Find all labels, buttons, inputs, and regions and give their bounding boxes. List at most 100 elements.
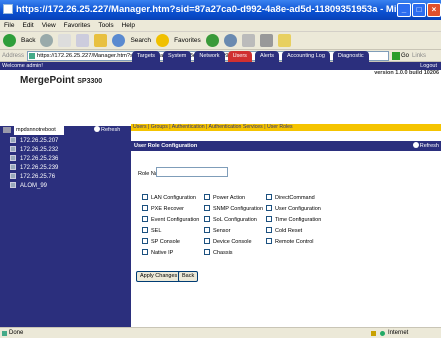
tree-item-label: 172.26.25.232 xyxy=(20,147,59,153)
perm-lan-configuration[interactable]: LAN Configuration xyxy=(142,194,196,202)
appliance-name[interactable]: mpdsnnotreboot xyxy=(14,126,64,135)
menu-file[interactable]: File xyxy=(4,22,14,29)
stop-icon[interactable] xyxy=(58,34,72,47)
tree-refresh-button[interactable]: Refresh xyxy=(94,126,120,135)
tab-users[interactable]: Users xyxy=(227,51,252,62)
users-subnav[interactable]: Users | Groups | Authentication | Authen… xyxy=(131,124,441,131)
tab-targets[interactable]: Targets xyxy=(132,51,161,62)
perm-pxe-recover[interactable]: PXE Recover xyxy=(142,205,184,213)
perm-sensor[interactable]: Sensor xyxy=(204,227,230,235)
go-label: Go xyxy=(401,52,410,59)
perm-time-configuration[interactable]: Time Configuration xyxy=(266,216,321,224)
print-icon[interactable] xyxy=(259,34,273,47)
menu-tools[interactable]: Tools xyxy=(98,22,113,29)
server-icon xyxy=(10,182,16,188)
go-arrow-icon xyxy=(392,51,401,60)
checkbox[interactable] xyxy=(142,194,148,200)
menu-bar: File Edit View Favorites Tools Help xyxy=(0,20,441,32)
perm-chassis[interactable]: Chassis xyxy=(204,249,233,257)
perm-label: Device Console xyxy=(213,239,252,245)
tree-item[interactable]: 172.26.25.236 xyxy=(10,155,58,163)
checkbox[interactable] xyxy=(266,238,272,244)
back-label[interactable]: Back xyxy=(21,37,35,44)
maximize-button[interactable]: □ xyxy=(412,3,426,17)
perm-native-ip[interactable]: Native IP xyxy=(142,249,173,257)
folder-icon[interactable] xyxy=(277,34,291,47)
apply-changes-button[interactable]: Apply Changes xyxy=(136,271,182,282)
perm-cold-reset[interactable]: Cold Reset xyxy=(266,227,302,235)
menu-favorites[interactable]: Favorites xyxy=(64,22,91,29)
minimize-button[interactable]: _ xyxy=(397,3,411,17)
checkbox[interactable] xyxy=(266,227,272,233)
menu-help[interactable]: Help xyxy=(122,22,135,29)
media-icon[interactable] xyxy=(205,34,219,47)
server-icon xyxy=(10,155,16,161)
perm-event-configuration[interactable]: Event Configuration xyxy=(142,216,199,224)
tree-item[interactable]: 172.26.25.232 xyxy=(10,146,58,154)
brand-model: SP3300 xyxy=(77,78,103,85)
checkbox[interactable] xyxy=(142,216,148,222)
tree-item-label: 172.26.25.76 xyxy=(20,174,56,180)
checkbox[interactable] xyxy=(266,216,272,222)
back-button[interactable]: Back xyxy=(178,271,199,282)
perm-power-action[interactable]: Power Action xyxy=(204,194,245,202)
go-button[interactable]: Go xyxy=(392,51,410,60)
checkbox[interactable] xyxy=(204,194,210,200)
menu-view[interactable]: View xyxy=(42,22,56,29)
perm-label: SEL xyxy=(151,228,162,234)
history-icon[interactable] xyxy=(223,34,237,47)
tree-item[interactable]: ALOM_99 xyxy=(10,182,47,190)
menu-edit[interactable]: Edit xyxy=(22,22,33,29)
checkbox[interactable] xyxy=(204,238,210,244)
checkbox[interactable] xyxy=(266,194,272,200)
tab-network[interactable]: Network xyxy=(194,51,225,62)
tree-item[interactable]: 172.26.25.239 xyxy=(10,164,58,172)
perm-label: DirectCommand xyxy=(275,195,315,201)
perm-user-configuration[interactable]: User Configuration xyxy=(266,205,321,213)
favorites-star-icon[interactable] xyxy=(156,34,170,47)
links-button[interactable]: Links xyxy=(412,53,426,59)
checkbox[interactable] xyxy=(142,249,148,255)
panel-refresh-button[interactable]: Refresh xyxy=(412,141,439,151)
home-icon[interactable] xyxy=(94,34,108,47)
perm-label: Cold Reset xyxy=(275,228,303,234)
tab-alerts[interactable]: Alerts xyxy=(254,51,279,62)
tab-system[interactable]: System xyxy=(163,51,192,62)
panel-header: User Role Configuration Refresh xyxy=(131,141,441,151)
version-text: version 1.0.0 build 10206 xyxy=(374,70,439,76)
close-button[interactable]: × xyxy=(427,3,441,17)
perm-sp-console[interactable]: SP Console xyxy=(142,238,180,246)
perm-directcommand[interactable]: DirectCommand xyxy=(266,194,315,202)
role-name-input[interactable] xyxy=(156,167,228,177)
tab-diagnostic[interactable]: Diagnostic xyxy=(332,51,369,62)
checkbox[interactable] xyxy=(204,227,210,233)
checkbox[interactable] xyxy=(204,249,210,255)
perm-device-console[interactable]: Device Console xyxy=(204,238,252,246)
perm-sol-configuration[interactable]: SoL Configuration xyxy=(204,216,257,224)
tab-accounting-log[interactable]: Accounting Log xyxy=(282,51,330,62)
mail-icon[interactable] xyxy=(241,34,255,47)
forward-arrow-icon[interactable] xyxy=(40,34,54,47)
checkbox[interactable] xyxy=(204,216,210,222)
perm-label: Native IP xyxy=(151,250,174,256)
tree-item-label: 172.26.25.207 xyxy=(20,138,59,144)
perm-remote-control[interactable]: Remote Control xyxy=(266,238,314,246)
checkbox[interactable] xyxy=(142,227,148,233)
checkbox[interactable] xyxy=(142,205,148,211)
search-label[interactable]: Search xyxy=(130,37,151,44)
tree-item[interactable]: 172.26.25.76 xyxy=(10,173,55,181)
tree-item[interactable]: 172.26.25.207 xyxy=(10,137,58,145)
checkbox[interactable] xyxy=(266,205,272,211)
perm-snmp-configuration[interactable]: SNMP Configuration xyxy=(204,205,263,213)
checkbox[interactable] xyxy=(204,205,210,211)
perm-sel[interactable]: SEL xyxy=(142,227,161,235)
status-text: Done xyxy=(9,330,24,336)
search-icon[interactable] xyxy=(112,34,126,47)
panel-title: User Role Configuration xyxy=(134,143,198,149)
logout-link[interactable]: Logout xyxy=(420,62,437,70)
checkbox[interactable] xyxy=(142,238,148,244)
favorites-label[interactable]: Favorites xyxy=(174,37,201,44)
perm-label: User Configuration xyxy=(275,206,321,212)
back-arrow-icon[interactable] xyxy=(3,34,16,47)
refresh-icon[interactable] xyxy=(76,34,90,47)
